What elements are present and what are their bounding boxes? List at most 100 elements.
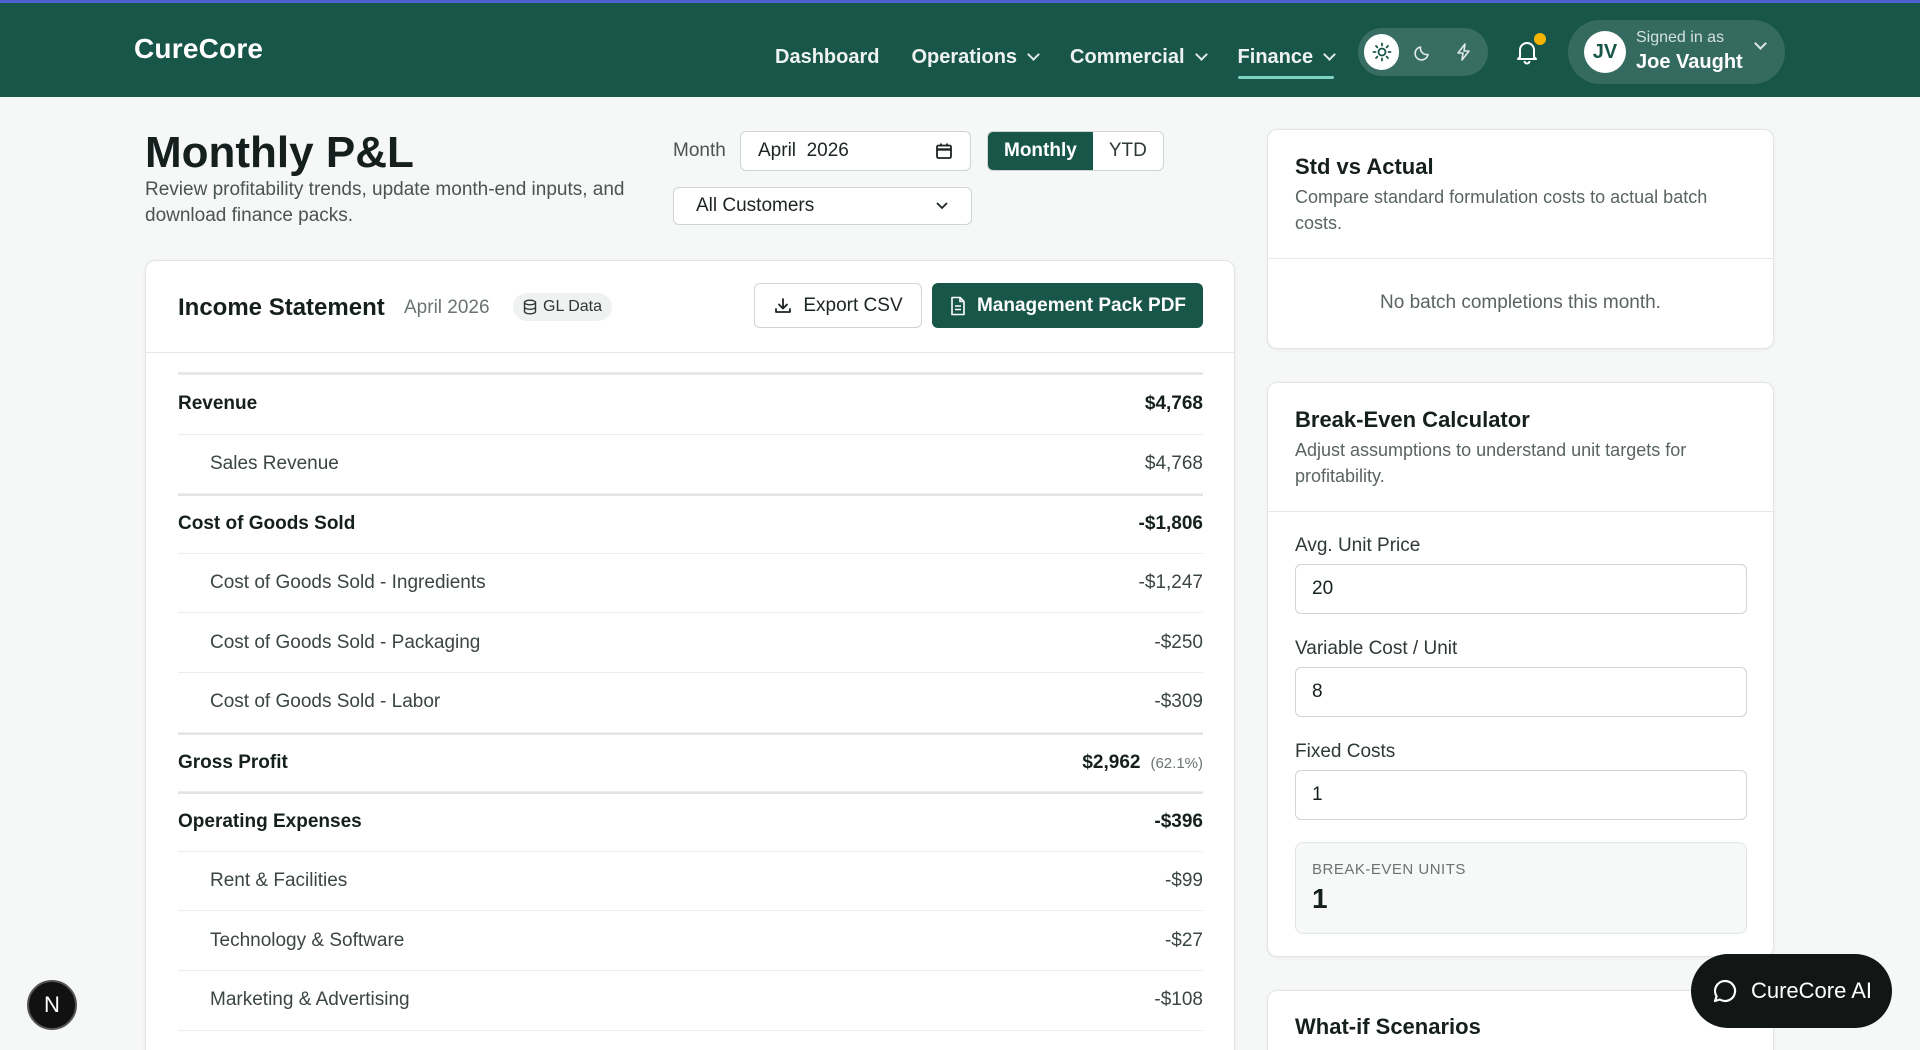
row-revenue: Revenue $4,768 xyxy=(178,375,1203,435)
user-name: Joe Vaught xyxy=(1636,51,1743,73)
nav-commercial-label: Commercial xyxy=(1070,45,1185,68)
gl-data-badge: GL Data xyxy=(513,293,612,321)
dark-mode-button[interactable] xyxy=(1405,34,1440,70)
light-mode-button[interactable] xyxy=(1364,34,1400,70)
chat-bubble-icon xyxy=(1713,979,1737,1003)
user-caption: Signed in as xyxy=(1636,29,1725,46)
break-even-result-value: 1 xyxy=(1312,883,1328,914)
row-operating-expenses: Operating Expenses -$396 xyxy=(178,792,1203,852)
divider xyxy=(1268,258,1773,259)
std-vs-actual-card: Std vs Actual Compare standard formulati… xyxy=(1267,129,1774,349)
income-statement-card: Income Statement April 2026 GL Data Expo… xyxy=(145,260,1235,1050)
chevron-down-icon xyxy=(1194,47,1208,61)
row-label: Technology & Software xyxy=(210,929,405,951)
chevron-down-icon xyxy=(1027,47,1040,61)
row-sales-revenue: Sales Revenue $4,768 xyxy=(178,435,1203,495)
main-nav: Dashboard Operations Commercial Finance xyxy=(775,39,1366,79)
row-label: Gross Profit xyxy=(178,751,288,773)
row-value: -$27 xyxy=(1164,929,1203,951)
notification-dot xyxy=(1534,33,1546,45)
chevron-down-icon xyxy=(936,202,948,210)
unit-price-input[interactable]: 20 xyxy=(1295,564,1747,614)
sun-icon xyxy=(1372,42,1392,62)
row-value: -$250 xyxy=(1154,631,1203,653)
what-if-title: What-if Scenarios xyxy=(1295,1014,1481,1039)
view-ytd-button[interactable]: YTD xyxy=(1093,132,1163,170)
management-pack-pdf-button[interactable]: Management Pack PDF xyxy=(932,283,1203,328)
page-title: Monthly P&L xyxy=(145,128,414,177)
row-cogs-packaging: Cost of Goods Sold - Packaging -$250 xyxy=(178,613,1203,673)
nav-finance-label: Finance xyxy=(1237,45,1314,68)
management-pack-pdf-label: Management Pack PDF xyxy=(976,294,1187,316)
nav-commercial[interactable]: Commercial xyxy=(1070,39,1208,75)
nav-finance[interactable]: Finance xyxy=(1237,39,1336,79)
break-even-card: Break-Even Calculator Adjust assumptions… xyxy=(1267,382,1774,957)
break-even-result-caption: BREAK-EVEN UNITS xyxy=(1312,861,1466,878)
row-label: Cost of Goods Sold - Labor xyxy=(210,691,441,713)
unit-price-label: Avg. Unit Price xyxy=(1295,535,1421,556)
moon-icon xyxy=(1414,46,1429,61)
export-csv-label: Export CSV xyxy=(803,294,903,316)
month-picker[interactable]: April 2026 xyxy=(740,131,971,171)
auto-mode-button[interactable] xyxy=(1447,34,1482,70)
lightning-icon xyxy=(1457,43,1471,61)
curecore-ai-button[interactable]: CureCore AI xyxy=(1691,954,1892,1028)
month-value: April 2026 xyxy=(758,140,849,161)
row-label: Cost of Goods Sold - Packaging xyxy=(210,631,481,653)
chevron-down-icon xyxy=(1323,47,1336,61)
row-value: -$309 xyxy=(1154,691,1203,713)
view-toggle: Monthly YTD xyxy=(987,131,1164,171)
view-monthly-button[interactable]: Monthly xyxy=(988,132,1093,170)
std-vs-actual-desc: Compare standard formulation costs to ac… xyxy=(1295,187,1708,233)
row-value: -$1,247 xyxy=(1138,572,1203,594)
std-vs-actual-title: Std vs Actual xyxy=(1295,154,1434,179)
row-label: Revenue xyxy=(178,393,258,415)
customer-select[interactable]: All Customers xyxy=(673,187,972,225)
dev-tools-badge[interactable]: N xyxy=(27,980,77,1030)
row-cogs-ingredients: Cost of Goods Sold - Ingredients -$1,247 xyxy=(178,554,1203,614)
calendar-icon[interactable] xyxy=(935,142,953,160)
income-statement-title: Income Statement xyxy=(178,294,385,321)
chevron-down-icon xyxy=(1754,37,1767,50)
row-technology-software: Technology & Software -$27 xyxy=(178,911,1203,971)
break-even-title: Break-Even Calculator xyxy=(1295,407,1530,432)
page-subtitle: Review profitability trends, update mont… xyxy=(145,179,625,226)
export-csv-button[interactable]: Export CSV xyxy=(754,283,922,328)
row-rent-facilities: Rent & Facilities -$99 xyxy=(178,852,1203,912)
break-even-result: BREAK-EVEN UNITS 1 xyxy=(1295,842,1747,934)
theme-toggle xyxy=(1358,28,1488,76)
gross-margin-percent: (62.1%) xyxy=(1150,754,1203,772)
variable-cost-input[interactable]: 8 xyxy=(1295,667,1747,717)
row-value: $4,768 xyxy=(1144,452,1203,474)
row-cogs-labor: Cost of Goods Sold - Labor -$309 xyxy=(178,673,1203,733)
break-even-desc: Adjust assumptions to understand unit ta… xyxy=(1295,440,1687,486)
variable-cost-label: Variable Cost / Unit xyxy=(1295,638,1458,659)
gl-data-badge-label: GL Data xyxy=(543,298,602,315)
user-menu[interactable]: JV Signed in as Joe Vaught xyxy=(1568,20,1785,84)
row-label: Cost of Goods Sold - Ingredients xyxy=(210,572,486,594)
month-label: Month xyxy=(673,140,726,161)
curecore-ai-label: CureCore AI xyxy=(1750,978,1873,1003)
income-statement-header: Income Statement April 2026 GL Data Expo… xyxy=(146,261,1234,353)
nav-dashboard[interactable]: Dashboard xyxy=(775,39,879,75)
income-statement-month: April 2026 xyxy=(404,297,490,318)
row-cogs: Cost of Goods Sold -$1,806 xyxy=(178,494,1203,554)
row-gross-profit: Gross Profit $2,962 (62.1%) xyxy=(178,732,1203,793)
row-value: -$1,806 xyxy=(1138,513,1203,535)
nav-operations[interactable]: Operations xyxy=(911,39,1040,75)
row-label: Operating Expenses xyxy=(178,811,362,833)
row-value: -$396 xyxy=(1154,811,1203,833)
row-label: Sales Revenue xyxy=(210,452,339,474)
database-icon xyxy=(523,299,537,315)
avatar: JV xyxy=(1584,31,1626,73)
row-value: $2,962 xyxy=(1082,751,1141,773)
row-value: -$108 xyxy=(1154,989,1203,1011)
nav-dashboard-label: Dashboard xyxy=(775,45,880,68)
row-value: $4,768 xyxy=(1144,393,1203,415)
row-label: Marketing & Advertising xyxy=(210,989,410,1011)
row-value: -$99 xyxy=(1164,870,1203,892)
brand-logo[interactable]: CureCore xyxy=(134,33,263,65)
income-statement-table: Revenue $4,768 Sales Revenue $4,768 Cost o… xyxy=(178,372,1203,1031)
fixed-costs-input[interactable]: 1 xyxy=(1295,770,1747,820)
download-icon xyxy=(775,297,792,313)
